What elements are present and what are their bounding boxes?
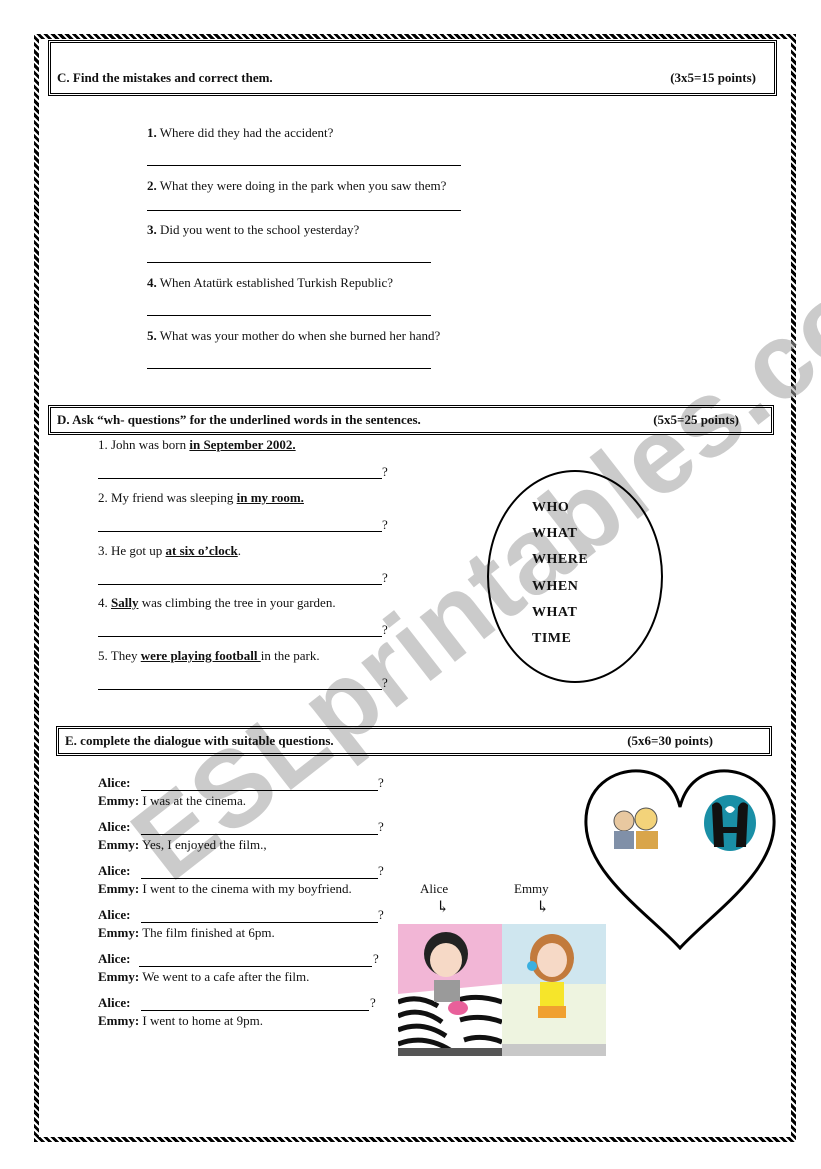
question-mark: ? [373,951,379,966]
underlined-phrase: Sally [111,595,139,610]
wh-word: WHERE [532,552,589,567]
dialogue-reply-2: Emmy: Yes, I enjoyed the film., [98,837,267,852]
answer-line-c-2[interactable] [147,210,461,211]
dialogue-answer-line-1[interactable] [141,790,378,791]
answer-line-c-3[interactable] [147,262,431,263]
dialogue-reply-4: Emmy: The film finished at 6pm. [98,925,275,940]
sentence-d-5: 5. They were playing football in the par… [98,648,320,663]
question-c-3: 3. Did you went to the school yesterday? [147,222,360,237]
dialogue-answer-line-3[interactable] [141,878,378,879]
question-mark: ? [382,570,388,585]
sentence-d-2: 2. My friend was sleeping in my room. [98,490,304,505]
question-mark: ? [382,517,388,532]
question-c-4: 4. When Atatürk established Turkish Repu… [147,275,394,290]
section-c-header: C. Find the mistakes and correct them. (… [48,40,777,96]
dialogue-reply-5: Emmy: We went to a cafe after the film. [98,969,310,984]
speaker-alice: Alice: [98,863,131,878]
question-c-2: 2. What they were doing in the park when… [147,178,447,193]
answer-line-c-1[interactable] [147,165,461,166]
answer-line-d-2[interactable] [98,531,382,532]
sentence-d-4: 4. Sally was climbing the tree in your g… [98,595,336,610]
section-e-points: (5x6=30 points) [627,733,713,748]
section-d-points: (5x5=25 points) [653,412,739,427]
dialogue-answer-line-2[interactable] [141,834,378,835]
dialogue-reply-1: Emmy: I was at the cinema. [98,793,247,808]
speaker-alice: Alice: [98,907,131,922]
wh-word: WHEN [532,579,579,594]
question-mark: ? [378,907,384,922]
dialogue-answer-line-4[interactable] [141,922,378,923]
question-mark: ? [382,464,388,479]
wh-word: WHAT [532,605,578,620]
underlined-phrase: in September 2002. [189,437,296,452]
arrow-down-icon: ↳ [436,899,450,916]
section-e-header: E. complete the dialogue with suitable q… [56,726,772,756]
question-c-1: 1. Where did they had the accident? [147,125,334,140]
couple-dinner-silhouette-icon [704,795,756,851]
alice-illustration-icon [398,932,502,1056]
speaker-alice: Alice: [98,819,131,834]
question-c-5: 5. What was your mother do when she burn… [147,328,441,343]
emmy-illustration-icon [502,934,606,1056]
question-mark: ? [382,622,388,637]
section-e-title: E. complete the dialogue with suitable q… [65,733,334,748]
section-d-header: D. Ask “wh- questions” for the underline… [48,405,774,435]
heart-illustration [584,769,776,950]
question-mark: ? [382,675,388,690]
sentence-d-3: 3. He got up at six o’clock. [98,543,241,558]
answer-line-d-4[interactable] [98,636,382,637]
dialogue-answer-line-6[interactable] [141,1010,369,1011]
couple-laughing-icon [610,805,662,849]
section-c-points: (3x5=15 points) [670,70,756,85]
speaker-alice: Alice: [98,951,131,966]
section-d-title: D. Ask “wh- questions” for the underline… [57,412,421,427]
question-mark: ? [378,775,384,790]
wh-word: TIME [532,631,572,646]
dialogue-reply-3: Emmy: I went to the cinema with my boyfr… [98,881,352,896]
answer-line-d-5[interactable] [98,689,382,690]
question-mark: ? [378,819,384,834]
sentence-d-1: 1. John was born in September 2002. [98,437,296,452]
wh-word: WHO [532,500,570,515]
answer-line-c-5[interactable] [147,368,431,369]
wh-words-oval [487,470,663,683]
arrow-down-icon: ↳ [536,899,550,916]
picture-label-emmy: Emmy [514,881,549,896]
speaker-alice: Alice: [98,775,131,790]
section-c-title: C. Find the mistakes and correct them. [57,70,273,85]
underlined-phrase: at six o’clock [165,543,238,558]
answer-line-d-3[interactable] [98,584,382,585]
alice-picture [398,924,502,1056]
underlined-phrase: in my room. [236,490,304,505]
underlined-phrase: were playing football [140,648,261,663]
picture-label-alice: Alice [420,881,449,896]
answer-line-d-1[interactable] [98,478,382,479]
question-mark: ? [378,863,384,878]
dialogue-answer-line-5[interactable] [139,966,372,967]
question-mark: ? [370,995,376,1010]
speaker-alice: Alice: [98,995,131,1010]
emmy-picture [502,924,606,1056]
answer-line-c-4[interactable] [147,315,431,316]
dialogue-reply-6: Emmy: I went to home at 9pm. [98,1013,264,1028]
wh-word: WHAT [532,526,578,541]
